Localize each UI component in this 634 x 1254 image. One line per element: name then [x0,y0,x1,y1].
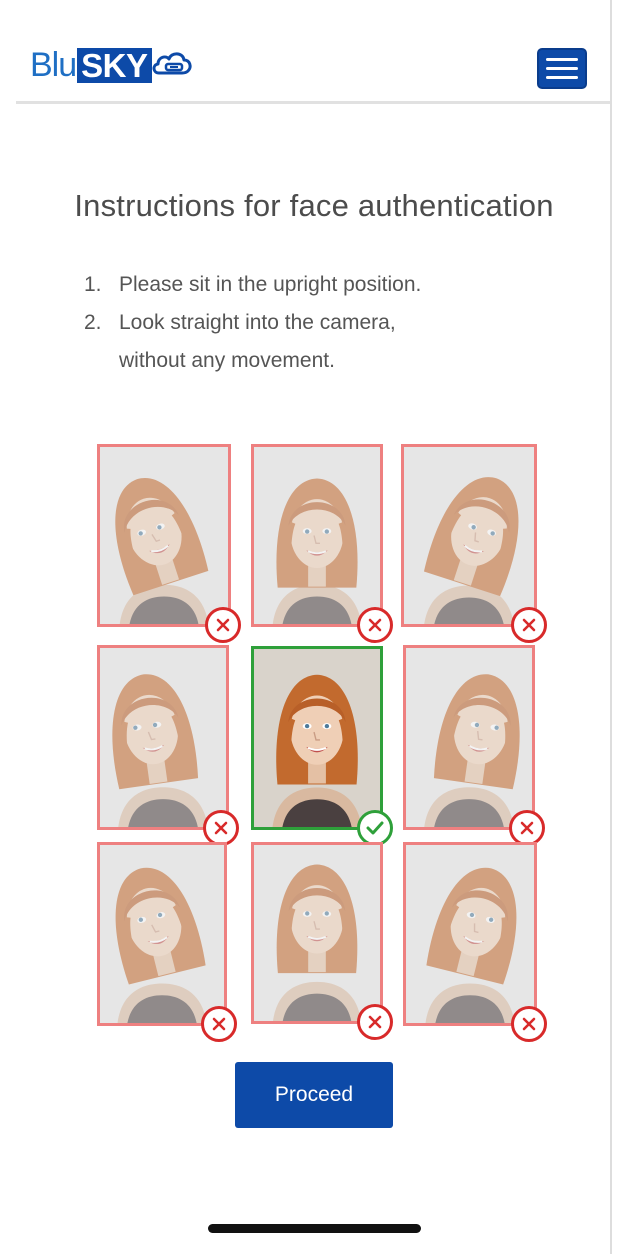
instruction-number: 2. [84,311,102,334]
logo-text-sky: SKY [77,47,152,83]
pose-example-tilted-right-looking-down [401,444,547,643]
x-circle-icon [511,1006,547,1042]
face-illustration [406,648,532,827]
pose-example-tilted-left-looking-down [97,444,241,643]
pose-example-turned-left [97,645,239,846]
hamburger-menu-icon-line [546,58,578,61]
pose-photo [97,444,231,627]
instruction-text-line: Look straight into the camera, [119,311,396,334]
x-circle-icon [203,810,239,846]
pose-example-tilted-left-looking-up [97,842,237,1042]
pose-photo [403,645,535,830]
instruction-item: 1. Please sit in the upright position. [84,266,544,304]
logo-text-blu: Blu [30,46,77,84]
face-illustration [254,649,380,827]
pose-photo [251,444,383,627]
face-illustration [404,447,534,624]
face-illustration [254,447,380,624]
pose-photo [97,645,229,830]
x-circle-icon [357,1004,393,1040]
x-circle-icon [511,607,547,643]
instructions-list: 1. Please sit in the upright position. 2… [84,266,544,380]
page-title: Instructions for face authentication [74,188,554,223]
face-illustration [254,845,380,1021]
face-illustration [100,845,224,1023]
pose-photo [401,444,537,627]
x-circle-icon [357,607,393,643]
pose-photo [251,646,383,830]
header: Blu SKY [16,0,610,104]
face-illustration [100,447,228,624]
instruction-text: Please sit in the upright position. [119,273,422,296]
instruction-item: 2. Look straight into the camera, withou… [84,304,544,380]
pose-photo [403,842,537,1026]
blusky-logo[interactable]: Blu SKY [30,44,194,86]
hamburger-menu-icon-line [546,76,578,79]
pose-example-turned-right [403,645,545,846]
face-auth-instructions-page: Blu SKY Instructions for face authentica… [0,0,634,1254]
pose-example-facing-straight [251,646,393,846]
proceed-button[interactable]: Proceed [235,1062,393,1128]
cloud-icon [150,48,194,83]
instruction-text: Look straight into the camera, without a… [119,304,544,380]
instruction-text-line: without any movement. [119,349,335,372]
face-illustration [406,845,534,1023]
home-indicator [208,1224,421,1233]
pose-example-looking-up [251,842,393,1040]
x-circle-icon [205,607,241,643]
x-circle-icon [201,1006,237,1042]
x-circle-icon [509,810,545,846]
pose-photo [97,842,227,1026]
instruction-number: 1. [84,273,102,296]
menu-toggle-button[interactable] [537,48,587,89]
pose-example-looking-down [251,444,393,643]
face-illustration [100,648,226,827]
check-circle-icon [357,810,393,846]
pose-photo [251,842,383,1024]
hamburger-menu-icon-line [546,67,578,70]
pose-example-tilted-right-looking-up [403,842,547,1042]
